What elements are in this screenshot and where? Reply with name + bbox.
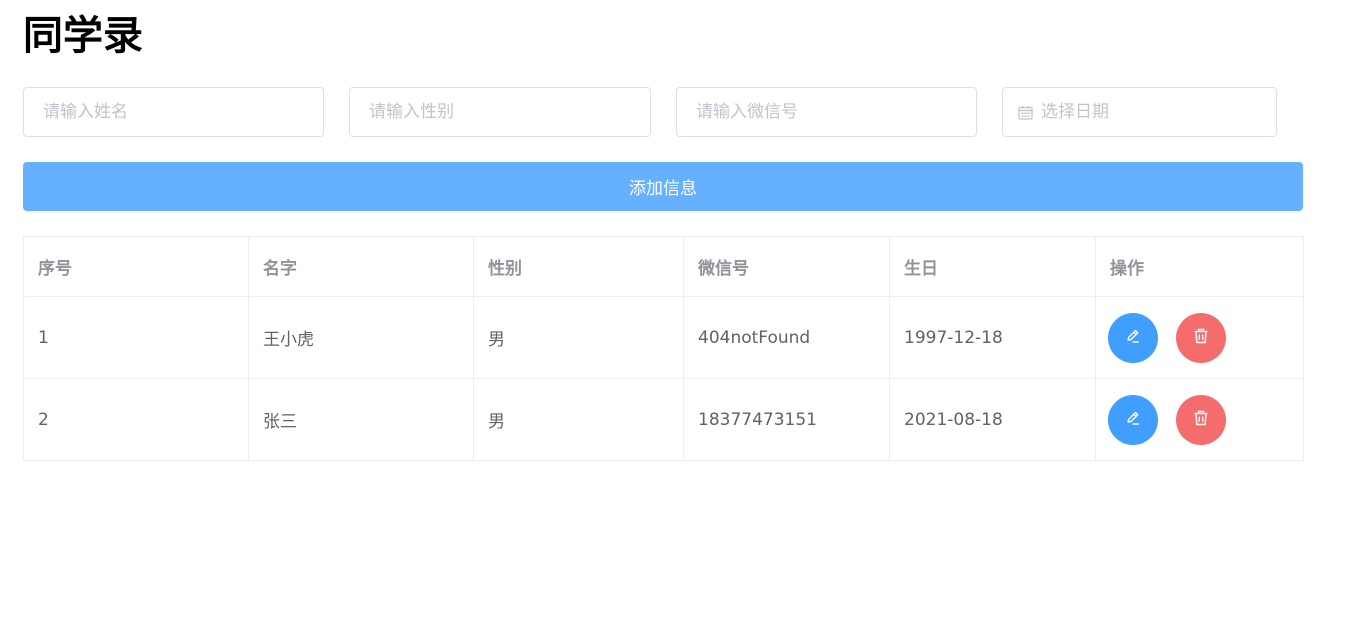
cell-name: 张三 [248, 378, 474, 461]
cell-wechat: 404notFound [683, 296, 890, 379]
edit-button[interactable] [1108, 312, 1158, 363]
date-picker[interactable] [1002, 87, 1277, 137]
delete-button[interactable] [1176, 312, 1226, 363]
name-input[interactable] [24, 88, 323, 136]
wechat-field[interactable] [676, 87, 977, 137]
edit-icon [1124, 409, 1142, 430]
wechat-input[interactable] [677, 88, 976, 136]
classmates-table: 序号 名字 性别 微信号 生日 操作 1 王小虎 男 404notFound 1… [23, 236, 1304, 461]
cell-birthday: 2021-08-18 [889, 378, 1096, 461]
table-header-row: 序号 名字 性别 微信号 生日 操作 [23, 236, 1304, 297]
cell-index: 1 [23, 296, 249, 379]
header-birthday: 生日 [889, 236, 1096, 297]
gender-field[interactable] [349, 87, 651, 137]
table-row: 1 王小虎 男 404notFound 1997-12-18 [23, 296, 1304, 379]
edit-icon [1124, 327, 1142, 348]
edit-button[interactable] [1108, 394, 1158, 445]
page: 同学录 添加信息 [0, 0, 1371, 622]
cell-index: 2 [23, 378, 249, 461]
table-row: 2 张三 男 18377473151 2021-08-18 [23, 378, 1304, 461]
cell-actions [1095, 378, 1304, 461]
delete-icon [1192, 409, 1210, 430]
cell-birthday: 1997-12-18 [889, 296, 1096, 379]
header-gender: 性别 [473, 236, 684, 297]
delete-button[interactable] [1176, 394, 1226, 445]
calendar-icon [1017, 104, 1033, 120]
cell-actions [1095, 296, 1304, 379]
date-input[interactable] [1033, 88, 1276, 136]
name-field[interactable] [23, 87, 324, 137]
cell-wechat: 18377473151 [683, 378, 890, 461]
header-name: 名字 [248, 236, 474, 297]
cell-gender: 男 [473, 296, 684, 379]
add-info-button[interactable]: 添加信息 [23, 162, 1303, 211]
header-index: 序号 [23, 236, 249, 297]
page-title: 同学录 [23, 13, 143, 59]
delete-icon [1192, 327, 1210, 348]
header-wechat: 微信号 [683, 236, 890, 297]
cell-name: 王小虎 [248, 296, 474, 379]
gender-input[interactable] [350, 88, 650, 136]
header-actions: 操作 [1095, 236, 1304, 297]
cell-gender: 男 [473, 378, 684, 461]
